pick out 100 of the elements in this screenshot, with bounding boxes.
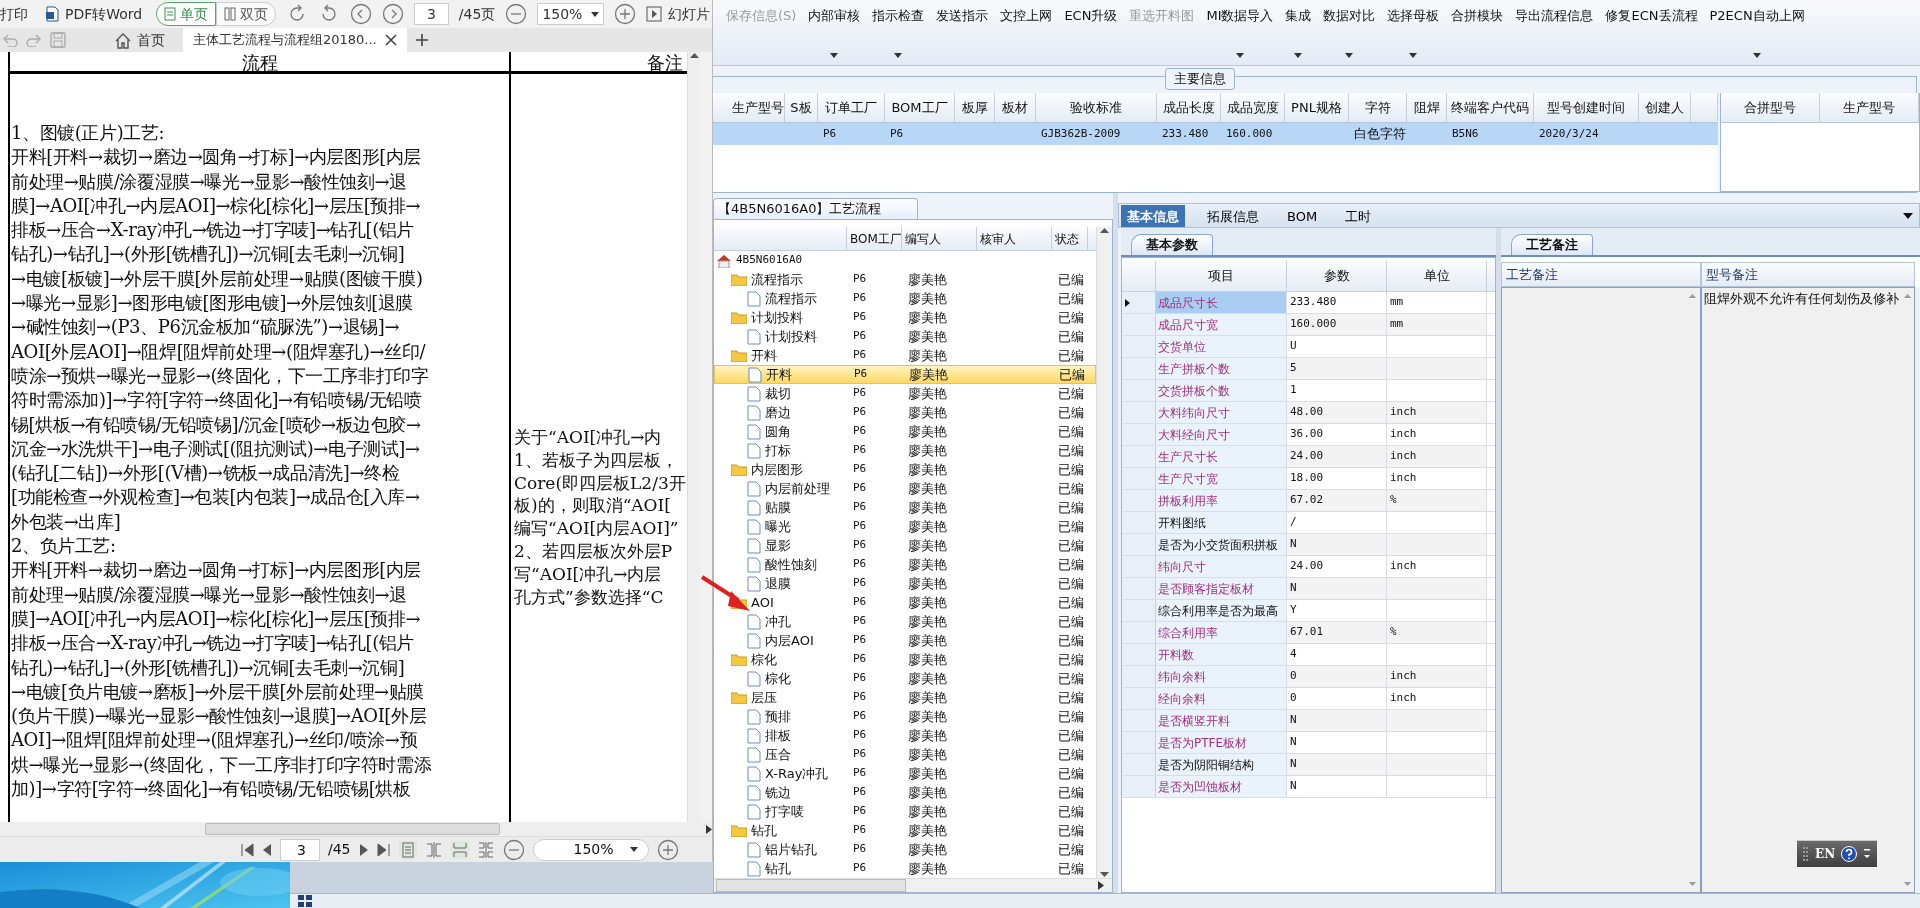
tree-row[interactable]: 棕化 P6 廖美艳 已编 <box>714 650 1096 669</box>
next-page-icon[interactable] <box>382 3 405 25</box>
column-header[interactable]: 终端客户代码 <box>1447 93 1534 122</box>
toolbar-button[interactable]: 修复ECN丢流程 <box>1599 0 1704 64</box>
single-page-icon[interactable] <box>398 840 417 859</box>
tree-row[interactable]: 酸性蚀刻 P6 廖美艳 已编 <box>714 555 1096 574</box>
column-header[interactable]: S板 <box>785 93 818 122</box>
column-header[interactable]: BOM工厂 <box>885 93 955 122</box>
column-header[interactable]: 订单工厂 <box>818 93 885 122</box>
panel-tab[interactable]: 【4B5N6016A0】工艺流程 <box>713 198 918 219</box>
tree-row[interactable]: X-Ray冲孔 P6 廖美艳 已编 <box>714 764 1096 783</box>
grip-icon[interactable] <box>1803 847 1809 861</box>
toolbar-button[interactable]: 导出流程信息 <box>1509 0 1600 64</box>
tree-row[interactable]: 退膜 P6 廖美艳 已编 <box>714 574 1096 593</box>
tab[interactable]: BOM <box>1281 204 1324 227</box>
column-header[interactable]: 合拼型号 <box>1721 93 1820 122</box>
tree-row[interactable]: 4B5N6016A0 <box>714 251 1096 270</box>
column-header[interactable]: 生产型号 <box>713 93 785 122</box>
help-icon[interactable] <box>1841 846 1858 862</box>
tab[interactable]: 工时 <box>1339 204 1378 227</box>
tree-row[interactable]: 冲孔 P6 廖美艳 已编 <box>714 612 1096 631</box>
dropdown-icon[interactable] <box>1903 212 1913 219</box>
column-header[interactable]: 阻焊 <box>1407 93 1447 122</box>
toolbar-button[interactable]: 合拼模块 <box>1445 0 1510 64</box>
tree-row[interactable]: 压合 P6 廖美艳 已编 <box>714 745 1096 764</box>
pdf-to-word-button[interactable]: PDF转Word <box>46 3 143 25</box>
next-page-icon[interactable] <box>358 842 369 857</box>
scrollbar[interactable] <box>0 822 712 836</box>
toolbar-button[interactable]: 指示检查 <box>866 0 931 64</box>
zoom-in-icon[interactable] <box>656 838 679 861</box>
column-header[interactable]: 板厚 <box>955 93 995 122</box>
toolbar-button[interactable]: 数据对比 <box>1317 0 1382 64</box>
tab[interactable]: 基本信息 <box>1121 204 1185 227</box>
row-header[interactable] <box>1122 292 1156 313</box>
document-tab[interactable]: 首页 <box>104 28 175 52</box>
tree-row[interactable]: 曝光 P6 廖美艳 已编 <box>714 517 1096 536</box>
tree-row[interactable]: 开料 P6 廖美艳 已编 <box>714 346 1096 365</box>
column-header[interactable]: 参数 <box>1287 261 1387 291</box>
column-header[interactable]: 项目 <box>1156 261 1287 291</box>
tree-row[interactable]: 流程指示 P6 廖美艳 已编 <box>714 270 1096 289</box>
previous-page-icon[interactable] <box>350 3 373 25</box>
tree-row[interactable]: 裁切 P6 廖美艳 已编 <box>714 384 1096 403</box>
zoom-out-icon[interactable] <box>502 838 525 861</box>
zoom-in-icon[interactable] <box>614 3 636 25</box>
scrollbar[interactable] <box>687 52 700 822</box>
scroll-right-icon[interactable] <box>1098 881 1104 890</box>
options-icon[interactable] <box>1863 848 1872 860</box>
previous-page-icon[interactable] <box>262 842 272 857</box>
tree-row[interactable]: 开料 P6 廖美艳 已编 <box>714 365 1096 384</box>
column-header[interactable]: BOM工厂 <box>847 227 902 250</box>
table-row[interactable]: P6 P6 GJB362B-2009 233.480 160.000 白色字符 B5N6 2020/3/24 <box>713 123 1718 145</box>
tree-row[interactable]: 钻孔 P6 廖美艳 已编 <box>714 821 1096 840</box>
column-header[interactable]: 创建人 <box>1639 93 1691 122</box>
language-label[interactable]: EN <box>1815 845 1836 863</box>
toolbar-button[interactable]: 集成 <box>1279 0 1318 64</box>
document-tab[interactable]: 主体工艺流程与流程组20180... <box>183 28 407 52</box>
slideshow-button[interactable]: 幻灯片 <box>646 3 710 25</box>
tree-row[interactable]: 打标 P6 廖美艳 已编 <box>714 441 1096 460</box>
tree-row[interactable]: 棕化 P6 廖美艳 已编 <box>714 669 1096 688</box>
tree-row[interactable]: 贴膜 P6 廖美艳 已编 <box>714 498 1096 517</box>
column-header[interactable]: 字符 <box>1349 93 1407 122</box>
tree-row[interactable]: 钻孔 P6 廖美艳 已编 <box>714 859 1096 878</box>
undo-icon[interactable] <box>2 33 18 47</box>
column-header[interactable]: 型号创建时间 <box>1534 93 1639 122</box>
column-header[interactable]: 成品宽度 <box>1221 93 1285 122</box>
column-header[interactable]: 核审人 <box>977 227 1052 250</box>
tree-row[interactable]: 圆角 P6 廖美艳 已编 <box>714 422 1096 441</box>
toolbar-button[interactable]: ECN升级 <box>1058 0 1124 64</box>
zoom-select[interactable]: 150% <box>532 838 649 861</box>
tree-row[interactable]: 铝片钻孔 P6 廖美艳 已编 <box>714 840 1096 859</box>
toolbar-button[interactable]: P2ECN自动上网 <box>1703 0 1811 64</box>
scrollbar[interactable] <box>1096 227 1112 878</box>
grid-icon[interactable] <box>298 895 312 907</box>
tree-row[interactable]: 计划投料 P6 廖美艳 已编 <box>714 308 1096 327</box>
scroll-up-icon[interactable] <box>1100 227 1109 233</box>
zoom-out-icon[interactable] <box>505 3 528 25</box>
toolbar-button[interactable]: MI数据导入 <box>1200 0 1280 64</box>
column-header[interactable]: 成品长度 <box>1157 93 1221 122</box>
column-header[interactable]: 生产型号 <box>1820 93 1919 122</box>
column-header[interactable]: 验收标准 <box>1036 93 1157 122</box>
page-number-field[interactable]: 3 <box>280 838 320 861</box>
tree-row[interactable]: 流程指示 P6 廖美艳 已编 <box>714 289 1096 308</box>
tree-row[interactable]: 显影 P6 廖美艳 已编 <box>714 536 1096 555</box>
scrollbar[interactable] <box>714 878 1112 892</box>
two-page-icon[interactable] <box>424 840 443 859</box>
continuous-two-page-icon[interactable] <box>476 840 495 859</box>
tree-row[interactable]: 打字唛 P6 廖美艳 已编 <box>714 802 1096 821</box>
tree-row[interactable]: 铣边 P6 廖美艳 已编 <box>714 783 1096 802</box>
column-header[interactable]: 板材 <box>995 93 1036 122</box>
add-tab-icon[interactable] <box>414 33 429 47</box>
tab[interactable]: 拓展信息 <box>1201 204 1265 227</box>
toolbar-button[interactable]: 文控上网 <box>994 0 1059 64</box>
tree-row[interactable]: 内层前处理 P6 廖美艳 已编 <box>714 479 1096 498</box>
tree-row[interactable]: 排板 P6 廖美艳 已编 <box>714 726 1096 745</box>
tree-row[interactable]: 层压 P6 廖美艳 已编 <box>714 688 1096 707</box>
toolbar-button[interactable]: 选择母板 <box>1381 0 1446 64</box>
continuous-icon[interactable] <box>450 840 469 859</box>
view-mode-button[interactable]: 双页 <box>216 2 277 26</box>
zoom-select[interactable]: 150% <box>537 3 604 25</box>
tab[interactable]: 基本参数 <box>1131 234 1213 255</box>
